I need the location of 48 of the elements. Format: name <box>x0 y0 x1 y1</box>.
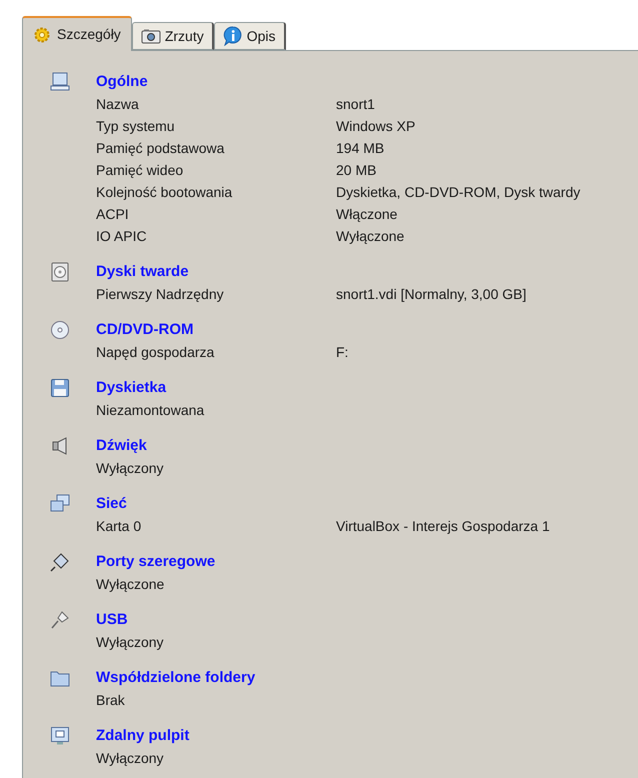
property-value: 20 MB <box>336 161 376 180</box>
property-label: Kolejność bootowania <box>96 183 234 202</box>
property-label: Wyłączony <box>96 459 165 478</box>
property-value: snort1.vdi [Normalny, 3,00 GB] <box>336 285 526 304</box>
property-label: Napęd gospodarza <box>96 343 216 362</box>
section-title: Porty szeregowe <box>96 552 216 572</box>
section-title: CD/DVD-ROM <box>96 320 194 340</box>
section-title: Dyski twarde <box>96 262 190 282</box>
property-value: Włączone <box>336 205 398 224</box>
disc-icon <box>50 320 70 340</box>
property-label: Nazwa <box>96 95 140 114</box>
property-value: Wyłączone <box>336 227 404 246</box>
property-value: VirtualBox - Interejs Gospodarza 1 <box>336 517 550 536</box>
property-label: Pamięć wideo <box>96 161 184 180</box>
computer-icon <box>50 72 70 92</box>
property-label: Karta 0 <box>96 517 142 536</box>
tab[interactable]: Szczegóły <box>22 16 132 51</box>
property-value: Windows XP <box>336 117 416 136</box>
property-label: Wyłączone <box>96 575 166 594</box>
property-label: Typ systemu <box>96 117 176 136</box>
property-label: Pierwszy Nadrzędny <box>96 285 225 304</box>
property-label: Pamięć podstawowa <box>96 139 226 158</box>
property-label: Wyłączony <box>96 633 165 652</box>
property-label: Wyłączony <box>96 749 165 768</box>
property-value: snort1 <box>336 95 375 114</box>
gear-icon <box>33 26 51 44</box>
monitors-icon <box>50 494 70 514</box>
screen-icon <box>50 726 70 746</box>
connector-icon <box>50 552 70 572</box>
property-value: 194 MB <box>336 139 384 158</box>
section-title: Ogólne <box>96 72 149 92</box>
camera-icon <box>140 28 161 44</box>
section-title: USB <box>96 610 129 630</box>
section-title: Zdalny pulpit <box>96 726 190 746</box>
property-value: F: <box>336 343 348 362</box>
section-title: Dyskietka <box>96 378 168 398</box>
property-label: IO APIC <box>96 227 148 246</box>
plug-icon <box>50 610 70 630</box>
tab[interactable]: Opis <box>214 22 286 50</box>
section-title: Dźwięk <box>96 436 148 456</box>
property-label: ACPI <box>96 205 130 224</box>
info-icon <box>222 26 243 46</box>
property-value: Dyskietka, CD-DVD-ROM, Dysk twardy <box>336 183 580 202</box>
tab[interactable]: Zrzuty <box>132 22 214 50</box>
section-title: Sieć <box>96 494 128 514</box>
property-label: Niezamontowana <box>96 401 206 420</box>
section-title: Współdzielone foldery <box>96 668 256 688</box>
property-label: Brak <box>96 691 126 710</box>
